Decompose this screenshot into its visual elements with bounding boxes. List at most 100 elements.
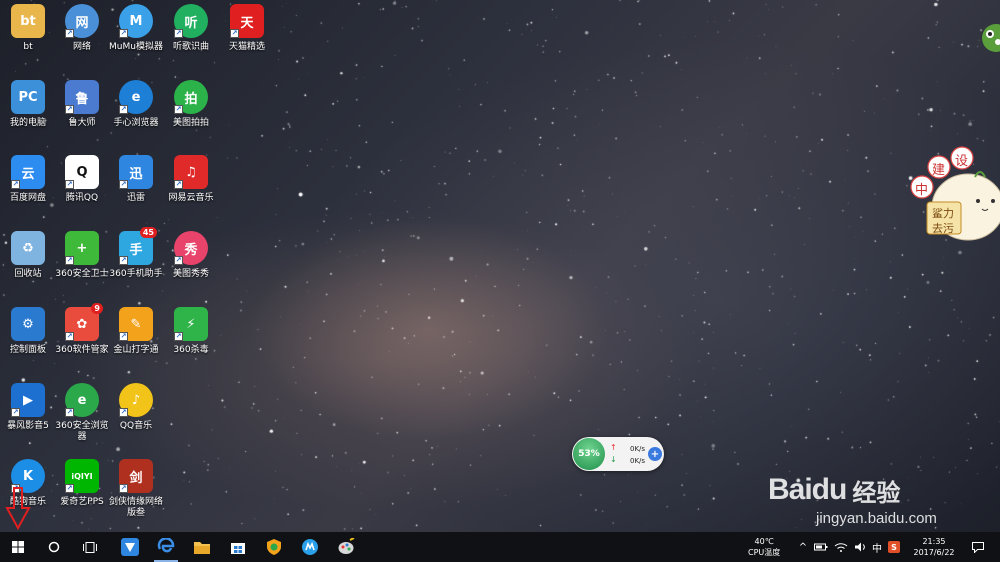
app-icon: 拍 ↗ xyxy=(174,80,208,114)
app-icon: iQIYI ↗ xyxy=(65,459,99,493)
notification-icon xyxy=(972,541,984,553)
desktop-icon[interactable]: ✎ ↗ 金山打字通 xyxy=(108,307,164,356)
desktop-icon-label: 网易云音乐 xyxy=(168,193,214,203)
desktop-icon-label: 回收站 xyxy=(14,269,42,279)
app-glyph: M xyxy=(129,13,143,29)
red-arrow-annotation xyxy=(5,487,31,531)
desktop-icon[interactable]: ✿ 9 ↗ 360软件管家 xyxy=(54,303,110,356)
taskbar-xunlei[interactable] xyxy=(112,532,148,562)
app-glyph: Q xyxy=(76,164,88,180)
app-glyph: ♫ xyxy=(185,164,197,180)
app-icon: 剑 ↗ xyxy=(119,459,153,493)
shortcut-arrow-icon: ↗ xyxy=(65,180,74,189)
desktop-icon[interactable]: + ↗ 360安全卫士 xyxy=(54,231,110,280)
app-icon: Q ↗ xyxy=(65,155,99,189)
taskbar-browser[interactable] xyxy=(256,532,292,562)
windows-start-icon xyxy=(12,541,24,553)
shortcut-arrow-icon: ↗ xyxy=(65,29,74,38)
desktop-icon-label: 爱奇艺PPS xyxy=(60,497,104,507)
taskbar-edge[interactable] xyxy=(148,532,184,562)
desktop-icon[interactable]: ♫ ↗ 网易云音乐 xyxy=(163,155,219,204)
desktop-icon-label: 360手机助手 xyxy=(109,269,163,279)
desktop-icon[interactable]: ⚙ 控制面板 xyxy=(0,307,56,356)
taskbar-paint[interactable] xyxy=(328,532,364,562)
desktop-icon[interactable]: 网 ↗ 网络 xyxy=(54,4,110,53)
desktop-icon[interactable]: ♪ ↗ QQ音乐 xyxy=(108,383,164,432)
clock[interactable]: 21:35 2017/6/22 xyxy=(908,532,960,562)
app-icon: M ↗ xyxy=(119,4,153,38)
wifi-icon[interactable] xyxy=(834,542,848,552)
desktop-icon[interactable]: e ↗ 360安全浏览器 xyxy=(54,383,110,443)
sogou-input-icon[interactable]: S xyxy=(888,541,900,553)
desktop-icon[interactable]: 秀 ↗ 美图秀秀 xyxy=(163,231,219,280)
shortcut-arrow-icon: ↗ xyxy=(119,105,128,114)
task-view-button[interactable] xyxy=(72,532,108,562)
desktop-icon-label: 360安全浏览器 xyxy=(55,421,109,442)
desktop-icon[interactable]: 鲁 ↗ 鲁大师 xyxy=(54,80,110,129)
plus-icon: + xyxy=(650,448,660,460)
app-glyph: e xyxy=(77,392,87,408)
app-icon: ⚙ xyxy=(11,307,45,341)
edge-icon xyxy=(157,538,175,553)
desktop-icon[interactable]: PC 我的电脑 xyxy=(0,80,56,129)
app-icon: ⚡ ↗ xyxy=(174,307,208,341)
shortcut-arrow-icon: ↗ xyxy=(230,29,239,38)
shortcut-arrow-icon: ↗ xyxy=(174,256,183,265)
desktop-icon[interactable]: 云 ↗ 百度网盘 xyxy=(0,155,56,204)
action-center-button[interactable] xyxy=(966,532,990,562)
volume-icon[interactable] xyxy=(854,542,866,552)
taskbar-file-explorer[interactable] xyxy=(184,532,220,562)
app-icon: PC xyxy=(11,80,45,114)
app-glyph: 秀 xyxy=(184,242,198,258)
desktop-icon[interactable]: Q ↗ 腾讯QQ xyxy=(54,155,110,204)
app-icon: 秀 ↗ xyxy=(174,231,208,265)
cortana-button[interactable] xyxy=(36,532,72,562)
paint-icon xyxy=(338,538,355,554)
desktop-icon[interactable]: ⚡ ↗ 360杀毒 xyxy=(163,307,219,356)
desktop-icon[interactable]: bt bt xyxy=(0,4,56,53)
accelerate-plus-button[interactable]: + xyxy=(648,447,662,461)
desktop-icon[interactable]: ▶ ↗ 暴风影音5 xyxy=(0,383,56,432)
desktop-icon[interactable]: 手 45 ↗ 360手机助手 xyxy=(108,227,164,280)
desktop-icon[interactable]: M ↗ MuMu模拟器 xyxy=(108,4,164,53)
desktop-icon[interactable]: 拍 ↗ 美图拍拍 xyxy=(163,80,219,129)
desktop-icon[interactable]: 剑 ↗ 剑侠情缘网络版叁 xyxy=(108,459,164,519)
desktop-icon-label: 360软件管家 xyxy=(55,345,109,355)
show-hidden-icons-chevron-icon[interactable]: ^ xyxy=(798,542,808,553)
desktop-icon-label: 腾讯QQ xyxy=(65,193,99,203)
desktop-icon-label: 美图拍拍 xyxy=(172,118,209,128)
desktop-icon[interactable]: iQIYI ↗ 爱奇艺PPS xyxy=(54,459,110,508)
desktop-icon[interactable]: 天 ↗ 天猫精选 xyxy=(219,4,275,53)
cleanup-sticker[interactable]: 中 建 设 鲨力 去污 xyxy=(905,145,1000,245)
desktop-icon[interactable]: 听 ↗ 听歌识曲 xyxy=(163,4,219,53)
desktop-icon[interactable]: 迅 ↗ 迅雷 xyxy=(108,155,164,204)
start-button[interactable] xyxy=(0,532,36,562)
shortcut-arrow-icon: ↗ xyxy=(11,180,20,189)
shortcut-arrow-icon: ↗ xyxy=(119,408,128,417)
sticker-char-2: 建 xyxy=(932,163,946,178)
app-icon: ✿ 9 ↗ xyxy=(65,303,103,341)
desktop-icon-label: 听歌识曲 xyxy=(172,42,209,52)
app-glyph: 拍 xyxy=(184,91,198,107)
desktop-icon[interactable]: ♻ 回收站 xyxy=(0,231,56,280)
app-glyph: 天 xyxy=(240,15,254,31)
app-glyph: ⚙ xyxy=(22,316,34,332)
upload-arrow-icon: ↑ xyxy=(610,443,617,452)
battery-icon[interactable] xyxy=(814,542,828,552)
taskbar-mumu[interactable] xyxy=(292,532,328,562)
app-glyph: ♻ xyxy=(22,240,34,256)
desktop-icon-label: 剑侠情缘网络版叁 xyxy=(108,497,163,518)
cortana-icon xyxy=(48,541,60,553)
ime-indicator[interactable]: 中 xyxy=(872,540,882,555)
shortcut-arrow-icon: ↗ xyxy=(174,29,183,38)
app-icon: e ↗ xyxy=(119,80,153,114)
app-icon: ♻ xyxy=(11,231,45,265)
top-right-mascot-icon[interactable] xyxy=(976,14,1000,54)
app-glyph: iQIYI xyxy=(71,471,93,481)
app-glyph: 鲁 xyxy=(75,91,89,107)
taskbar-store[interactable] xyxy=(220,532,256,562)
desktop-icon[interactable]: e ↗ 手心浏览器 xyxy=(108,80,164,129)
network-speed-widget[interactable]: 53% ↑ ↓ 0K/s 0K/s + xyxy=(572,437,664,471)
cpu-temp-widget[interactable]: 40℃ CPU温度 xyxy=(748,532,780,562)
memory-usage-ball[interactable]: 53% xyxy=(573,438,605,470)
